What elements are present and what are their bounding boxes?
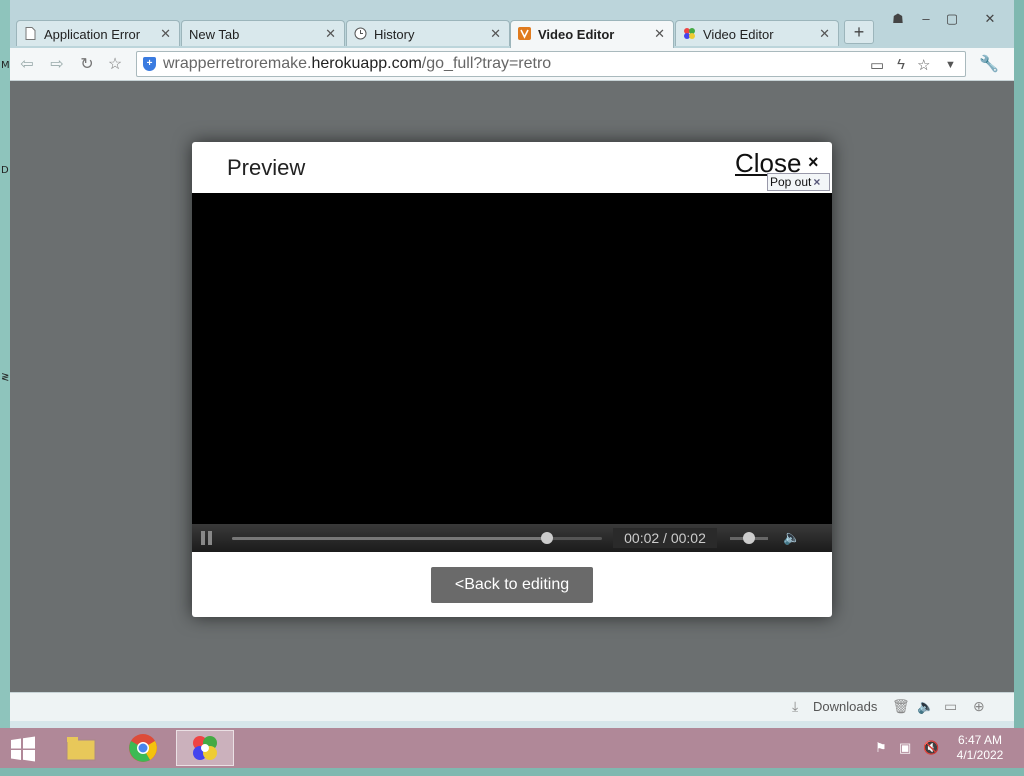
muted-speaker-icon[interactable]: 🔇 xyxy=(923,740,939,756)
taskbar-clock[interactable]: 6:47 AM 4/1/2022 xyxy=(950,733,1010,763)
history-clock-icon xyxy=(354,27,367,40)
profile-icon[interactable]: ☗ xyxy=(886,8,910,30)
video-area[interactable] xyxy=(192,193,832,524)
maximize-icon[interactable]: ▢ xyxy=(941,8,963,30)
colorful-flower-icon xyxy=(193,736,217,760)
page-content: Preview Close × Pop out × 00:02 / 00:02 🔈… xyxy=(10,81,1014,692)
tab-close-icon[interactable]: ✕ xyxy=(819,26,830,42)
windows-logo-icon xyxy=(11,736,35,762)
tab-label: Video Editor xyxy=(538,27,615,42)
seek-bar[interactable] xyxy=(232,532,602,544)
star-icon[interactable]: ☆ xyxy=(917,56,930,74)
tab-application-error[interactable]: Application Error ✕ xyxy=(16,20,180,46)
minimize-icon[interactable]: – xyxy=(915,8,937,30)
modal-title: Preview xyxy=(227,155,306,180)
volume-icon[interactable]: 🔈 xyxy=(917,698,934,715)
volume-slider[interactable] xyxy=(730,532,768,544)
reload-icon[interactable]: ↻ xyxy=(76,54,98,76)
bookmark-star-icon[interactable]: ☆ xyxy=(104,54,126,76)
colorful-flower-icon xyxy=(684,28,695,39)
pause-icon[interactable] xyxy=(201,531,213,545)
tab-video-editor[interactable]: Video Editor ✕ xyxy=(675,20,839,46)
pop-out-close-icon[interactable]: × xyxy=(813,175,820,189)
volume-handle[interactable] xyxy=(743,532,755,544)
download-icon: ⤓ xyxy=(792,698,799,714)
forward-arrow-icon[interactable]: ⇨ xyxy=(46,54,68,76)
browser-window: Application Error ✕ New Tab ✕ History ✕ … xyxy=(10,0,1014,728)
desktop-edge-glyph: M xyxy=(1,60,10,71)
back-to-editing-button[interactable]: <Back to editing xyxy=(431,567,593,603)
tab-close-icon[interactable]: ✕ xyxy=(654,26,665,42)
url-text: wrapperretroremake.herokuapp.com/go_full… xyxy=(163,55,552,72)
status-bar: ⤓ Downloads 🗑 🔈 ▭ ⊕ xyxy=(10,692,1014,721)
clock-date: 4/1/2022 xyxy=(956,748,1004,762)
tab-video-editor-active[interactable]: Video Editor ✕ xyxy=(510,20,674,48)
start-button[interactable] xyxy=(0,730,46,766)
pop-out-label: Pop out xyxy=(770,175,812,189)
security-shield-icon: + xyxy=(143,57,156,71)
tab-history[interactable]: History ✕ xyxy=(346,20,510,46)
trash-icon[interactable]: 🗑 xyxy=(892,698,910,715)
blocked-popup-icon[interactable]: ▭ xyxy=(870,56,884,74)
close-icon[interactable]: × xyxy=(808,152,819,173)
chrome-taskbar-icon[interactable] xyxy=(117,730,169,766)
network-icon[interactable]: ▣ xyxy=(899,740,911,756)
tab-close-icon[interactable]: ✕ xyxy=(490,26,501,42)
pop-out-button[interactable]: Pop out × xyxy=(767,173,830,191)
screen-icon[interactable]: ▭ xyxy=(944,698,957,715)
desktop-edge-glyph: D xyxy=(1,165,9,176)
desktop-edge-glyph: ≷ xyxy=(1,372,10,383)
back-arrow-icon[interactable]: ⇦ xyxy=(16,54,38,76)
zoom-icon[interactable]: ⊕ xyxy=(973,698,985,715)
speaker-icon[interactable]: 🔈 xyxy=(783,529,800,546)
preview-modal: Preview Close × Pop out × 00:02 / 00:02 🔈… xyxy=(192,142,832,617)
tab-new-tab[interactable]: New Tab ✕ xyxy=(181,20,345,46)
downloads-link[interactable]: Downloads xyxy=(813,699,877,714)
video-app-taskbar-icon[interactable] xyxy=(176,730,234,766)
new-tab-button[interactable]: + xyxy=(844,20,874,44)
window-close-icon[interactable]: ✕ xyxy=(972,8,1008,30)
browser-toolbar: ⇦ ⇨ ↻ ☆ + wrapperretroremake.herokuapp.c… xyxy=(10,48,1014,81)
tab-label: Video Editor xyxy=(703,27,774,42)
page-icon xyxy=(25,27,36,40)
address-bar[interactable]: + wrapperretroremake.herokuapp.com/go_fu… xyxy=(136,51,966,77)
file-explorer-icon[interactable] xyxy=(55,730,107,766)
clock-time: 6:47 AM xyxy=(957,733,1003,747)
tab-close-icon[interactable]: ✕ xyxy=(160,26,171,42)
chrome-icon xyxy=(129,734,157,762)
action-center-flag-icon[interactable]: ⚑ xyxy=(875,740,887,756)
wrench-icon[interactable]: 🔧 xyxy=(978,54,1000,76)
tab-label: New Tab xyxy=(189,27,240,42)
folder-icon xyxy=(66,737,96,761)
tab-label: History xyxy=(374,27,415,42)
video-controls: 00:02 / 00:02 🔈 xyxy=(192,524,832,552)
taskbar: ⚑ ▣ 🔇 6:47 AM 4/1/2022 xyxy=(0,728,1024,768)
tab-label: Application Error xyxy=(44,27,141,42)
video-editor-v-icon xyxy=(518,27,531,40)
time-display: 00:02 / 00:02 xyxy=(613,528,717,548)
dropdown-arrow-icon[interactable]: ▼ xyxy=(945,59,956,71)
seek-bar-fill xyxy=(232,537,547,540)
tab-close-icon[interactable]: ✕ xyxy=(325,26,336,42)
seek-handle[interactable] xyxy=(540,532,553,544)
tab-strip: Application Error ✕ New Tab ✕ History ✕ … xyxy=(10,0,1014,48)
lightning-icon[interactable]: ϟ xyxy=(897,56,905,73)
